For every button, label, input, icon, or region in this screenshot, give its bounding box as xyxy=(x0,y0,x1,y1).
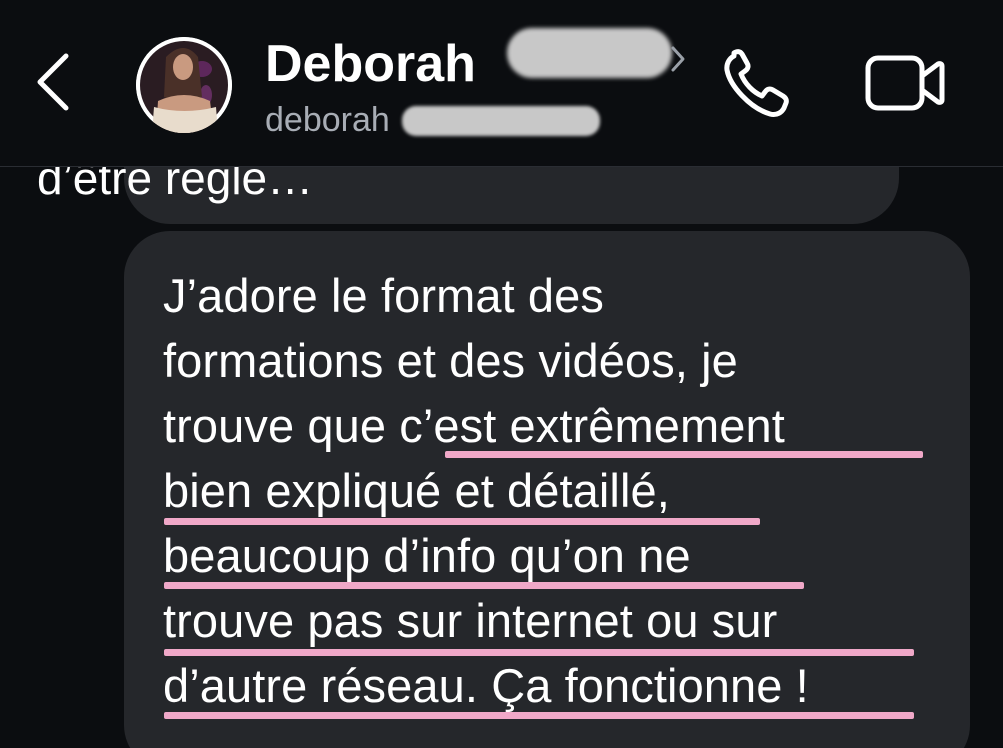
highlight-underline xyxy=(164,582,804,589)
message-line: d’autre réseau. Ça fonctionne ! xyxy=(163,659,809,712)
call-button[interactable] xyxy=(720,48,800,120)
message-line: formations et des vidéos, je xyxy=(163,334,738,387)
highlight-underline xyxy=(445,451,923,458)
redaction-blur xyxy=(507,28,672,78)
chat-header: Deborah deborah xyxy=(0,0,1003,167)
message-line: trouve pas sur internet ou sur xyxy=(163,594,778,647)
avatar-photo xyxy=(136,37,232,133)
phone-icon xyxy=(724,49,789,117)
back-button[interactable] xyxy=(30,50,80,114)
avatar[interactable] xyxy=(136,37,232,133)
message-line: trouve que c’est extrêmement xyxy=(163,399,785,452)
chevron-right-icon[interactable] xyxy=(668,44,688,74)
redaction-blur xyxy=(402,106,600,136)
contact-handle: deborah xyxy=(265,101,390,139)
highlight-underline xyxy=(164,649,914,656)
video-camera-icon xyxy=(865,55,945,111)
message-line: bien expliqué et détaillé, xyxy=(163,464,670,517)
chevron-left-icon xyxy=(37,53,69,111)
chat-screen: d’être réglé… J’adore le format des form… xyxy=(0,0,1003,748)
video-call-button[interactable] xyxy=(862,50,948,116)
highlight-underline xyxy=(164,518,760,525)
highlight-underline xyxy=(164,712,914,719)
message-line: J’adore le format des xyxy=(163,269,604,322)
message-line: beaucoup d’info qu’on ne xyxy=(163,529,691,582)
contact-name[interactable]: Deborah xyxy=(265,34,476,94)
